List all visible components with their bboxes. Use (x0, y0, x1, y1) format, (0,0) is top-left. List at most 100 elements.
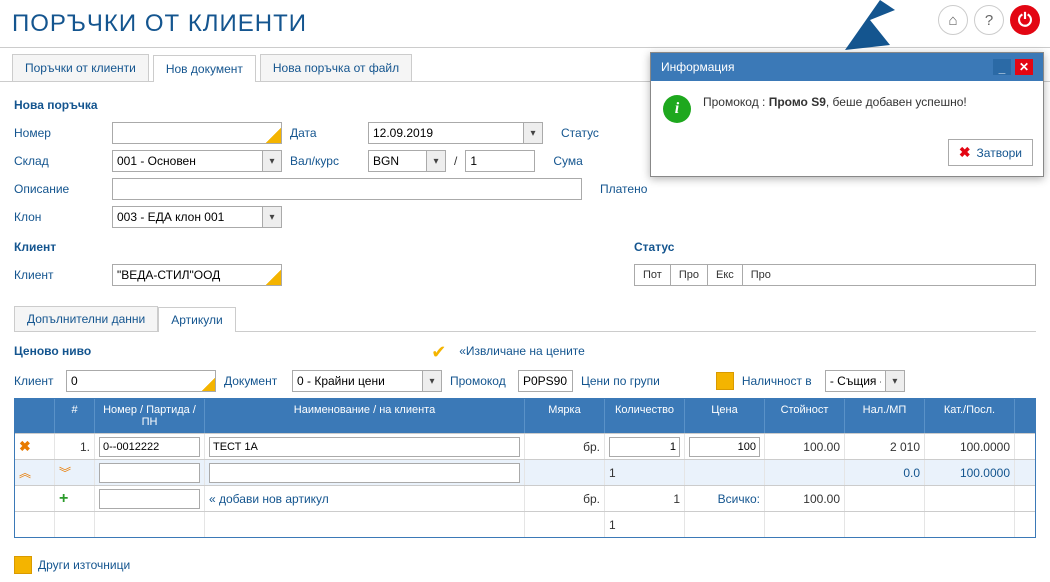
status-btn-eks[interactable]: Екс (708, 265, 743, 285)
rate-input[interactable] (465, 150, 535, 172)
date-input[interactable] (368, 122, 523, 144)
cell-num: 1. (55, 434, 95, 459)
power-icon[interactable]: ⏻ (1010, 5, 1040, 35)
section-client: Клиент (14, 240, 594, 254)
label-price-doc: Документ (224, 374, 284, 388)
cell-qty-input[interactable] (609, 437, 680, 457)
label-client: Клиент (14, 268, 104, 282)
label-sum: Сума (553, 154, 613, 168)
status-btn-pot[interactable]: Пот (635, 265, 671, 285)
branch-select[interactable] (112, 206, 262, 228)
cell-price-input[interactable] (689, 437, 760, 457)
cell-qty-2: 1 (605, 460, 685, 485)
cell-code-new[interactable] (99, 489, 200, 509)
col-stock: Нал./МП (845, 399, 925, 433)
label-number: Номер (14, 126, 104, 140)
label-promo: Промокод (450, 374, 510, 388)
info-icon: i (663, 95, 691, 123)
logo-bird-icon (840, 0, 900, 55)
label-date: Дата (290, 126, 360, 140)
add-article-link[interactable]: « добави нов артикул (205, 486, 525, 511)
articles-grid: # Номер / Партида / ПН Наименование / на… (14, 398, 1036, 538)
description-input[interactable] (112, 178, 582, 200)
cell-last: 100.0000 (925, 434, 1015, 459)
label-stock-in: Наличност в (742, 374, 817, 388)
help-icon[interactable]: ? (974, 5, 1004, 35)
col-last: Кат./Посл. (925, 399, 1015, 433)
chevron-down-icon[interactable]: ▾ (426, 150, 446, 172)
col-unit: Мярка (525, 399, 605, 433)
label-warehouse: Склад (14, 154, 104, 168)
subtab-additional-data[interactable]: Допълнителни данни (14, 306, 158, 331)
cell-last-2: 100.0000 (925, 460, 1015, 485)
popup-close-button[interactable]: ✖ Затвори (948, 139, 1033, 166)
cell-name-input[interactable] (209, 437, 520, 457)
close-x-icon: ✖ (959, 144, 971, 161)
label-status: Статус (561, 126, 621, 140)
chevron-down-icon[interactable]: ▾ (885, 370, 905, 392)
col-code: Номер / Партида / ПН (95, 399, 205, 433)
subtab-articles[interactable]: Артикули (158, 307, 235, 332)
slash-sep: / (454, 154, 457, 168)
promo-input[interactable] (518, 370, 573, 392)
extract-prices-link[interactable]: «Извличане на цените (459, 344, 585, 358)
total-label: Всичко: (685, 486, 765, 511)
total-sum: 100.00 (765, 486, 845, 511)
cell-stock: 2 010 (845, 434, 925, 459)
cell-unit: бр. (525, 434, 605, 459)
chevron-down-icon[interactable]: ▾ (422, 370, 442, 392)
currency-select[interactable] (368, 150, 426, 172)
popup-message: Промокод : Промо S9, беше добавен успешн… (703, 95, 967, 109)
tab-orders[interactable]: Поръчки от клиенти (12, 54, 149, 81)
popup-minimize-icon[interactable]: _ (993, 59, 1011, 75)
cell-code-input-2[interactable] (99, 463, 200, 483)
home-icon[interactable]: ⌂ (938, 5, 968, 35)
client-input[interactable] (112, 264, 282, 286)
sub-tabs: Допълнителни данни Артикули (14, 306, 1036, 332)
total-qty: 1 (605, 486, 685, 511)
tab-order-from-file[interactable]: Нова поръчка от файл (260, 54, 412, 81)
label-price-client: Клиент (14, 374, 58, 388)
price-client-input[interactable] (66, 370, 216, 392)
cell-name-input-2[interactable] (209, 463, 520, 483)
price-doc-select[interactable] (292, 370, 422, 392)
status-btn-pro2[interactable]: Про (743, 265, 779, 285)
tab-new-doc[interactable]: Нов документ (153, 55, 256, 82)
col-name: Наименование / на клиента (205, 399, 525, 433)
warehouse-select[interactable] (112, 150, 262, 172)
popup-title: Информация (661, 60, 734, 74)
page-title: ПОРЪЧКИ ОТ КЛИЕНТИ (12, 10, 307, 38)
col-num: # (55, 399, 95, 433)
check-icon: ✔ (431, 342, 449, 360)
group-prices-link[interactable]: Цени по групи (581, 374, 660, 388)
info-popup: Информация _ ✕ i Промокод : Промо S9, бе… (650, 52, 1044, 177)
add-row-icon[interactable]: + (59, 490, 68, 508)
section-price-level: Ценово ниво (14, 344, 91, 358)
popup-close-icon[interactable]: ✕ (1015, 59, 1033, 75)
section-status: Статус (634, 240, 1036, 254)
cell-code-input[interactable] (99, 437, 200, 457)
status-btn-pro[interactable]: Про (671, 265, 708, 285)
label-paid: Платено (600, 182, 660, 196)
other-sources-link[interactable]: Други източници (38, 558, 130, 572)
total-unit: бр. (525, 486, 605, 511)
stock-toggle[interactable] (716, 372, 734, 390)
blank-qty: 1 (605, 512, 685, 537)
cell-sum: 100.00 (765, 434, 845, 459)
col-qty: Количество (605, 399, 685, 433)
label-currency: Вал/курс (290, 154, 360, 168)
status-buttons: Пот Про Екс Про (634, 264, 1036, 286)
label-branch: Клон (14, 210, 104, 224)
col-price: Цена (685, 399, 765, 433)
stock-select[interactable] (825, 370, 885, 392)
other-sources-toggle[interactable] (14, 556, 32, 574)
number-input[interactable] (112, 122, 282, 144)
collapse-up-icon[interactable]: ︽ (19, 464, 31, 481)
row-remove-icon[interactable]: ✖ (15, 434, 55, 459)
expand-down-icon[interactable]: ︾ (59, 464, 71, 481)
cell-stock-2: 0.0 (845, 460, 925, 485)
date-picker-icon[interactable]: ▾ (523, 122, 543, 144)
chevron-down-icon[interactable]: ▾ (262, 150, 282, 172)
label-description: Описание (14, 182, 104, 196)
chevron-down-icon[interactable]: ▾ (262, 206, 282, 228)
